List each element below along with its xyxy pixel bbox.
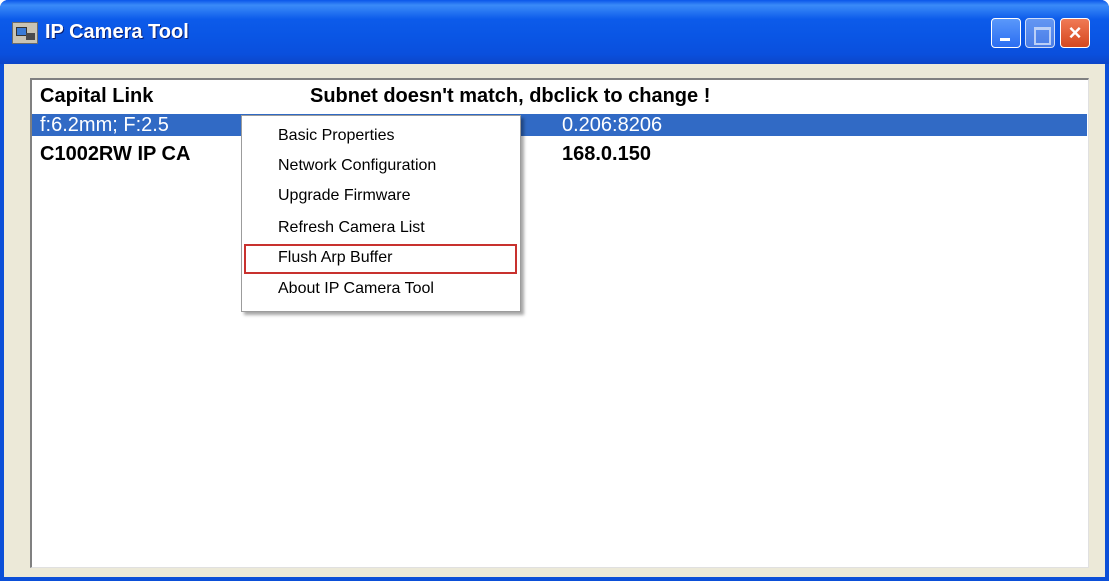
camera-name: C1002RW IP CA <box>40 143 191 165</box>
list-item[interactable]: f:6.2mm; F:2.5 0.206:8206 <box>32 114 1087 136</box>
camera-detail: 0.206:8206 <box>562 114 663 136</box>
close-icon: × <box>1068 20 1082 45</box>
camera-list[interactable]: Capital Link Subnet doesn't match, dbcli… <box>30 78 1089 568</box>
menu-item-basic-properties[interactable]: Basic Properties <box>278 123 395 149</box>
minimize-icon <box>992 19 1020 47</box>
menu-item-about-ip-camera-tool[interactable]: About IP Camera Tool <box>278 276 434 302</box>
camera-detail: Subnet doesn't match, dbclick to change … <box>310 85 711 107</box>
close-button[interactable]: × <box>1060 18 1090 48</box>
list-item[interactable]: Capital Link Subnet doesn't match, dbcli… <box>32 85 1087 107</box>
title-bar[interactable]: IP Camera Tool × <box>0 0 1109 64</box>
maximize-icon <box>1026 19 1054 47</box>
minimize-button[interactable] <box>991 18 1021 48</box>
menu-item-network-configuration[interactable]: Network Configuration <box>278 153 436 179</box>
list-item[interactable]: C1002RW IP CA 168.0.150 <box>32 143 1087 165</box>
menu-item-refresh-camera-list[interactable]: Refresh Camera List <box>278 215 425 241</box>
camera-name: f:6.2mm; F:2.5 <box>40 114 169 136</box>
context-menu: Basic Properties Network Configuration U… <box>241 115 521 312</box>
camera-name: Capital Link <box>40 85 154 107</box>
menu-item-flush-arp-buffer[interactable]: Flush Arp Buffer <box>278 245 392 271</box>
menu-item-upgrade-firmware[interactable]: Upgrade Firmware <box>278 183 410 209</box>
window-title: IP Camera Tool <box>45 21 189 43</box>
ip-camera-tool-window: IP Camera Tool × Capital Link Subnet doe… <box>0 0 1109 581</box>
app-icon <box>12 22 38 44</box>
maximize-button[interactable] <box>1025 18 1055 48</box>
camera-detail: 168.0.150 <box>562 143 651 165</box>
